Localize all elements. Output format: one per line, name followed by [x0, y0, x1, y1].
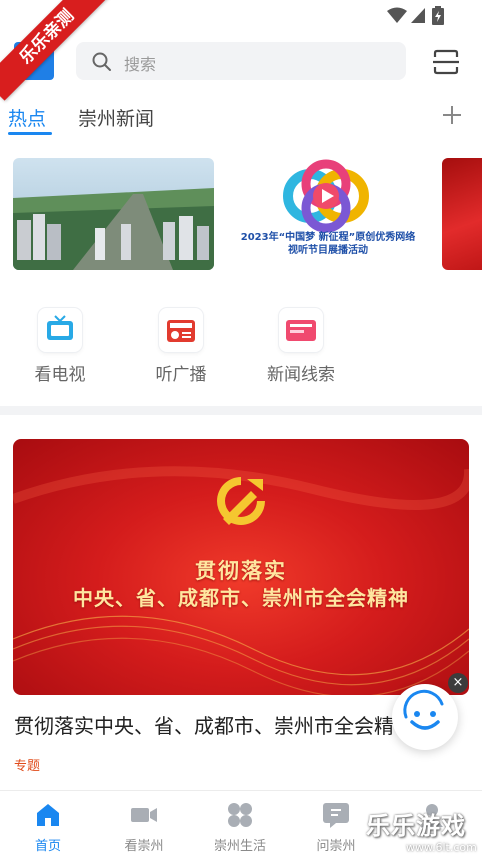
event-caption: 2023年“中国梦 新征程”原创优秀网络视听节目展播活动: [240, 232, 416, 256]
tab-hot[interactable]: 热点: [8, 104, 46, 131]
assistant-button[interactable]: [392, 684, 458, 750]
nav-label: 首页: [34, 839, 61, 854]
smile-icon: [403, 689, 444, 730]
corner-watermark: 乐乐游戏 www.6lt.com: [366, 806, 482, 858]
watermark-url: www.6lt.com: [406, 841, 477, 854]
quick-menu-label: 看电视: [34, 365, 86, 385]
tv-icon: [38, 308, 82, 352]
carousel-card-event[interactable]: 2023年“中国梦 新征程”原创优秀网络视听节目展播活动: [238, 158, 418, 270]
nav-home[interactable]: 首页: [0, 801, 96, 854]
radio-icon: [159, 308, 203, 352]
banner-title-line2: 中央、省、成都市、崇州市全会精神: [73, 586, 409, 610]
section-divider: [0, 406, 482, 415]
tab-chongzhou-news[interactable]: 崇州新闻: [78, 104, 154, 131]
quick-menu-radio[interactable]: 听广播: [136, 308, 226, 385]
scan-icon[interactable]: [432, 48, 460, 76]
grid-icon: [226, 801, 254, 829]
aerial-city-image: [13, 158, 214, 270]
nav-life[interactable]: 崇州生活: [192, 801, 288, 854]
quick-menu-label: 听广播: [155, 365, 207, 385]
quick-menu-news-clue[interactable]: 新闻线索: [256, 308, 346, 385]
assistant-close-icon[interactable]: ×: [448, 673, 468, 693]
search-placeholder: 搜索: [124, 55, 157, 74]
carousel-card-aerial[interactable]: [13, 158, 214, 270]
nav-watch[interactable]: 看崇州: [96, 801, 192, 854]
carousel-card-partial[interactable]: [442, 158, 482, 270]
signal-icon: [411, 8, 425, 23]
party-emblem-icon: [217, 477, 265, 525]
feature-banner[interactable]: 贯彻落实 中央、省、成都市、崇州市全会精神: [13, 439, 469, 695]
article-tag: 专题: [14, 759, 41, 774]
watermark-text: 乐乐游戏: [366, 812, 466, 840]
quick-menu-tv[interactable]: 看电视: [15, 308, 105, 385]
wifi-icon: [387, 7, 407, 23]
search-bar[interactable]: 搜索: [76, 42, 406, 80]
news-clue-icon: [279, 308, 323, 352]
search-icon: [92, 52, 111, 71]
video-icon: [130, 801, 158, 829]
nav-label: 看崇州: [124, 839, 164, 854]
banner-title-line1: 贯彻落实: [195, 559, 287, 583]
add-channel-icon[interactable]: [440, 103, 464, 127]
nav-label: 崇州生活: [213, 839, 266, 854]
home-icon: [34, 801, 62, 829]
quick-menu-label: 新闻线索: [267, 365, 335, 385]
tab-active-indicator: [8, 132, 52, 135]
battery-icon: [432, 6, 444, 25]
ask-icon: [322, 801, 350, 829]
